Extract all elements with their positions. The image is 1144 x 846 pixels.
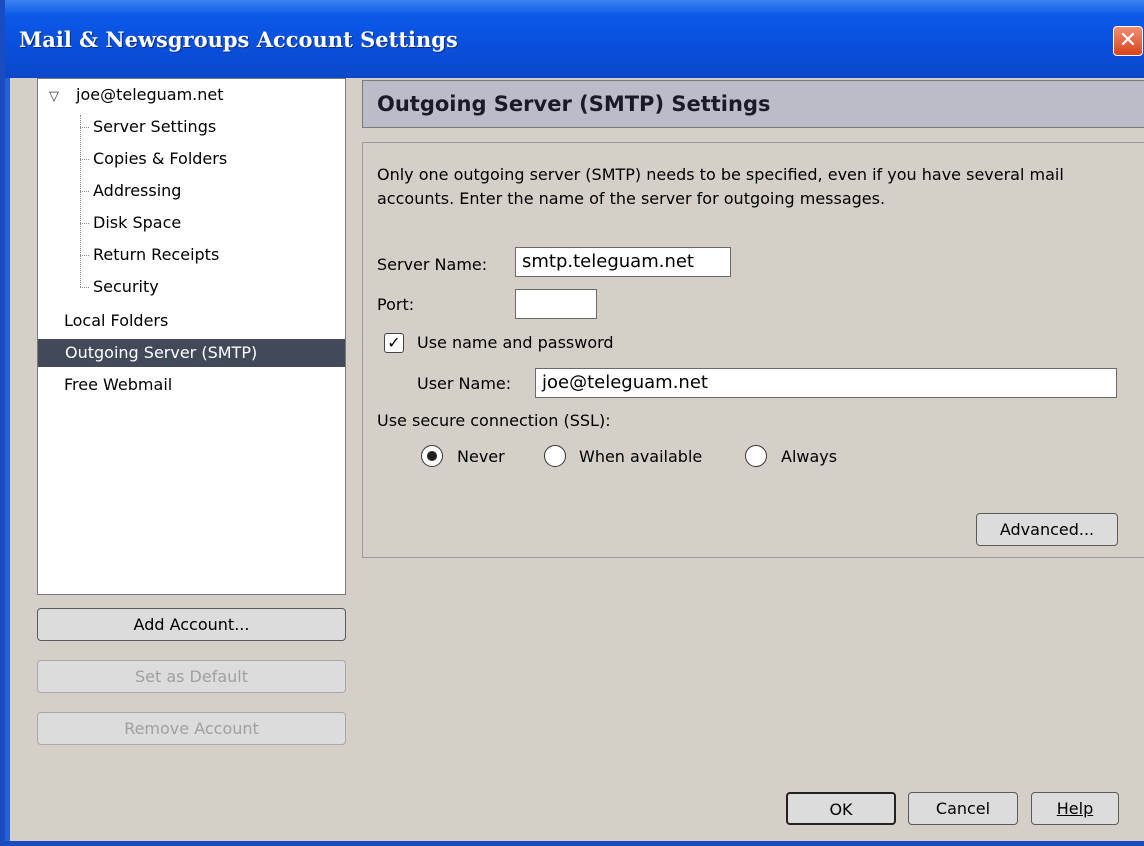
tree-connector xyxy=(80,115,81,287)
user-name-input[interactable]: joe@teleguam.net xyxy=(535,368,1117,398)
server-name-label: Server Name: xyxy=(377,255,488,274)
tree-item-local-folders[interactable]: Local Folders xyxy=(64,307,168,335)
title-bar[interactable]: Mail & Newsgroups Account Settings ✕ xyxy=(5,0,1144,78)
ssl-when-available-radio[interactable] xyxy=(544,445,566,467)
ssl-never-label[interactable]: Never xyxy=(457,447,505,466)
dialog-body: ▽ joe@teleguam.net Server Settings Copie… xyxy=(10,78,1144,841)
set-default-button[interactable]: Set as Default xyxy=(37,660,346,693)
window-title: Mail & Newsgroups Account Settings xyxy=(19,27,458,52)
cancel-button[interactable]: Cancel xyxy=(908,792,1018,825)
port-input[interactable] xyxy=(515,289,597,319)
close-button[interactable]: ✕ xyxy=(1113,26,1143,56)
ssl-always-label[interactable]: Always xyxy=(781,447,837,466)
tree-item-outgoing-server[interactable]: Outgoing Server (SMTP) xyxy=(38,339,345,367)
port-label: Port: xyxy=(377,295,415,314)
panel-title: Outgoing Server (SMTP) Settings xyxy=(362,80,1144,128)
use-name-password-label[interactable]: Use name and password xyxy=(417,333,614,352)
add-account-button[interactable]: Add Account... xyxy=(37,608,346,641)
ssl-when-available-label[interactable]: When available xyxy=(579,447,702,466)
smtp-settings-panel: Only one outgoing server (SMTP) needs to… xyxy=(362,142,1144,558)
tree-item-account[interactable]: joe@teleguam.net xyxy=(76,81,224,109)
tree-item-server-settings[interactable]: Server Settings xyxy=(93,113,216,141)
collapse-triangle-icon[interactable]: ▽ xyxy=(49,89,59,104)
use-name-password-checkbox[interactable]: ✓ xyxy=(384,333,404,353)
description-text: Only one outgoing server (SMTP) needs to… xyxy=(377,165,1064,208)
account-settings-window: Mail & Newsgroups Account Settings ✕ ▽ j… xyxy=(0,0,1144,846)
ssl-label: Use secure connection (SSL): xyxy=(377,411,611,430)
ssl-never-radio[interactable] xyxy=(421,445,443,467)
account-tree: ▽ joe@teleguam.net Server Settings Copie… xyxy=(37,78,346,595)
tree-item-disk-space[interactable]: Disk Space xyxy=(93,209,181,237)
radio-selected-dot xyxy=(427,451,437,461)
ok-button[interactable]: OK xyxy=(786,792,896,825)
remove-account-button[interactable]: Remove Account xyxy=(37,712,346,745)
advanced-button[interactable]: Advanced... xyxy=(976,513,1118,546)
help-button[interactable]: Help xyxy=(1031,792,1119,825)
tree-item-return-receipts[interactable]: Return Receipts xyxy=(93,241,219,269)
ssl-always-radio[interactable] xyxy=(745,445,767,467)
tree-item-security[interactable]: Security xyxy=(93,273,159,301)
tree-item-addressing[interactable]: Addressing xyxy=(93,177,181,205)
tree-item-copies-folders[interactable]: Copies & Folders xyxy=(93,145,227,173)
server-name-input[interactable]: smtp.teleguam.net xyxy=(515,247,731,277)
user-name-label: User Name: xyxy=(417,374,512,393)
tree-item-free-webmail[interactable]: Free Webmail xyxy=(64,371,172,399)
